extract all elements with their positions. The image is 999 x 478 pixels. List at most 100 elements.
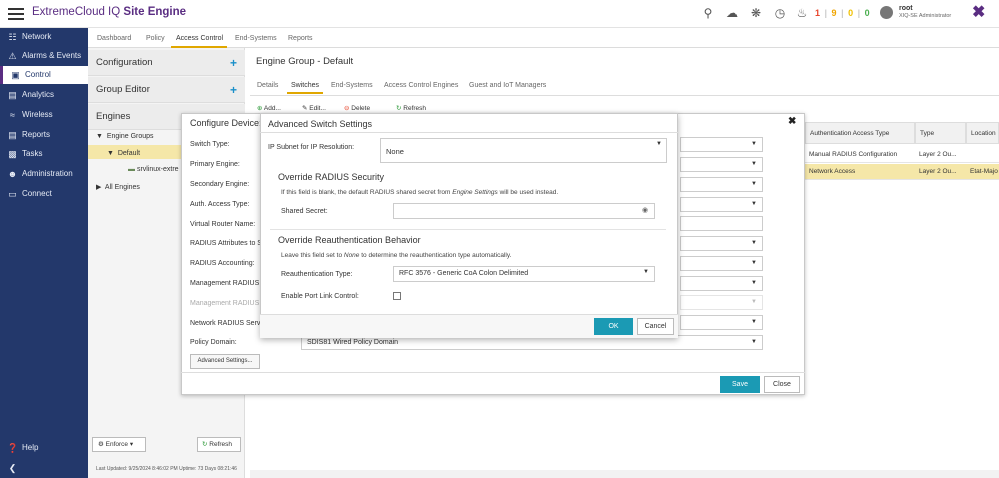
tab-access-control-engines[interactable]: Access Control Engines [384,82,458,89]
chevron-down-icon: ▼ [751,201,757,207]
nav-tasks[interactable]: ▩ Tasks [0,145,88,163]
auth-access-type-select[interactable]: ▼ [680,197,763,212]
save-button[interactable]: Save [720,376,760,393]
nav-reports[interactable]: ▤ Reports [0,126,88,144]
management-radius-select[interactable]: ▼ [680,295,763,310]
tab-end-systems-engine[interactable]: End-Systems [331,82,373,89]
reauth-heading: Override Reauthentication Behavior [278,235,421,245]
switch-type-select[interactable]: ▼ [680,137,763,152]
shared-secret-input[interactable] [393,203,655,219]
divider [270,229,666,230]
radius-security-heading: Override RADIUS Security [278,172,385,182]
add-button[interactable]: ⊕ Add... [257,104,281,112]
tab-access-control[interactable]: Access Control [176,35,223,42]
tab-details[interactable]: Details [257,82,278,89]
avatar[interactable] [880,6,893,19]
nav-administration[interactable]: ☻ Administration [0,165,88,183]
table-cell[interactable] [966,147,999,163]
virtual-router-input[interactable] [680,216,763,231]
column-header-auth-type[interactable]: Authentication Access Type [805,122,915,144]
tab-guest-iot-managers[interactable]: Guest and IoT Managers [469,82,546,89]
network-topology-icon[interactable]: ❋ [749,6,763,20]
column-header-type[interactable]: Type [915,122,966,144]
close-button[interactable]: Close [764,376,800,393]
management-radius-server-label: Management RADIUS S [190,280,266,287]
cancel-button[interactable]: Cancel [637,318,674,335]
shared-secret-label: Shared Secret: [281,208,328,215]
network-radius-server-select[interactable]: ▼ [680,315,763,330]
radius-accounting-select[interactable]: ▼ [680,256,763,271]
nav-connect[interactable]: ▭ Connect [0,185,88,203]
nav-help[interactable]: ❓ Help [0,439,88,457]
nav-alarms-events[interactable]: ⚠ Alarms & Events [0,47,88,65]
user-name[interactable]: root [899,5,913,12]
column-header-location[interactable]: Location [966,122,999,144]
eye-icon[interactable]: ◉ [642,206,648,214]
advanced-settings-button[interactable]: Advanced Settings... [190,354,260,369]
chevron-down-icon: ▼ [751,141,757,147]
add-group-icon[interactable]: + [230,77,237,103]
ip-subnet-select[interactable]: None [380,138,667,163]
group-editor-header[interactable]: Group Editor + [88,77,245,103]
refresh-button[interactable]: ↻ Refresh [396,104,426,112]
virtual-router-label: Virtual Router Name: [190,221,256,228]
refresh-icon: ↻ [202,441,208,448]
bell-icon[interactable]: ♨ [795,6,809,20]
section-tabs: Dashboard Policy Access Control End-Syst… [88,28,999,48]
table-cell[interactable]: Layer 2 Ou... [915,164,966,180]
tab-switches[interactable]: Switches [291,82,319,89]
delete-button[interactable]: ⊖ Delete [344,104,370,112]
wifi-icon: ≈ [10,110,15,120]
table-cell[interactable]: Layer 2 Ou... [915,147,966,163]
clock-icon[interactable]: ◷ [773,6,787,20]
add-configuration-icon[interactable]: + [230,50,237,76]
divider [181,372,805,373]
alarm-counts[interactable]: 1 | 9 | 0 | 0 [815,8,871,18]
tab-policy[interactable]: Policy [146,35,165,42]
chevron-down-icon: ▼ [643,269,649,275]
configuration-header[interactable]: Configuration + [88,50,245,76]
enforce-button[interactable]: ⚙ Enforce ▾ [92,437,146,452]
policy-domain-label: Policy Domain: [190,339,237,346]
tree-item-engine[interactable]: ▬ srvlinux-extre [128,166,179,173]
tree-item-engine-groups[interactable]: ▼ Engine Groups [96,133,154,140]
close-icon[interactable]: ✖ [788,116,796,127]
port-link-checkbox[interactable] [393,292,401,300]
tab-end-systems[interactable]: End-Systems [235,35,277,42]
table-cell[interactable]: Network Access [805,164,915,180]
shield-icon: ⚙ [98,441,104,448]
chevron-left-icon: ❮ [8,463,17,473]
table-cell[interactable]: Manual RADIUS Configuration [805,147,915,163]
chevron-right-icon: ▶ [96,184,102,191]
radius-attributes-label: RADIUS Attributes to S [190,240,262,247]
ok-button[interactable]: OK [594,318,633,335]
refresh-engines-button[interactable]: ↻ Refresh [197,437,241,452]
nav-analytics[interactable]: ▤ Analytics [0,86,88,104]
tab-reports[interactable]: Reports [288,35,313,42]
management-radius-server-select[interactable]: ▼ [680,276,763,291]
cloud-icon[interactable]: ☁ [725,6,739,20]
dialog-title: Advanced Switch Settings [268,119,373,129]
table-cell[interactable]: Etat-Majo [966,164,999,180]
nav-control[interactable]: ▣ Control [0,66,88,84]
nav-wireless[interactable]: ≈ Wireless [0,106,88,124]
radius-attributes-select[interactable]: ▼ [680,236,763,251]
secondary-engine-select[interactable]: ▼ [680,177,763,192]
chevron-down-icon: ▼ [751,339,757,345]
menu-icon[interactable] [8,6,24,20]
info-count[interactable]: 0 [865,8,871,18]
search-icon[interactable]: ⚲ [701,6,715,20]
chevron-down-icon: ▼ [656,141,662,147]
tree-item-all-engines[interactable]: ▶ All Engines [96,183,140,191]
edit-button[interactable]: ✎ Edit... [302,104,326,112]
left-nav: ☷ Network ⚠ Alarms & Events ▣ Control ▤ Anal… [0,28,88,478]
nav-network[interactable]: ☷ Network [0,28,88,46]
scrollbar[interactable] [250,470,999,478]
reauth-type-select[interactable]: RFC 3576 - Generic CoA Colon Delimited [393,266,655,282]
connect-icon: ▭ [8,189,17,199]
collapse-nav-button[interactable]: ❮ [0,459,88,477]
chevron-down-icon: ▾ [129,441,134,448]
tab-dashboard[interactable]: Dashboard [97,35,131,42]
tree-item-default[interactable]: ▼ Default [107,150,140,157]
primary-engine-select[interactable]: ▼ [680,157,763,172]
